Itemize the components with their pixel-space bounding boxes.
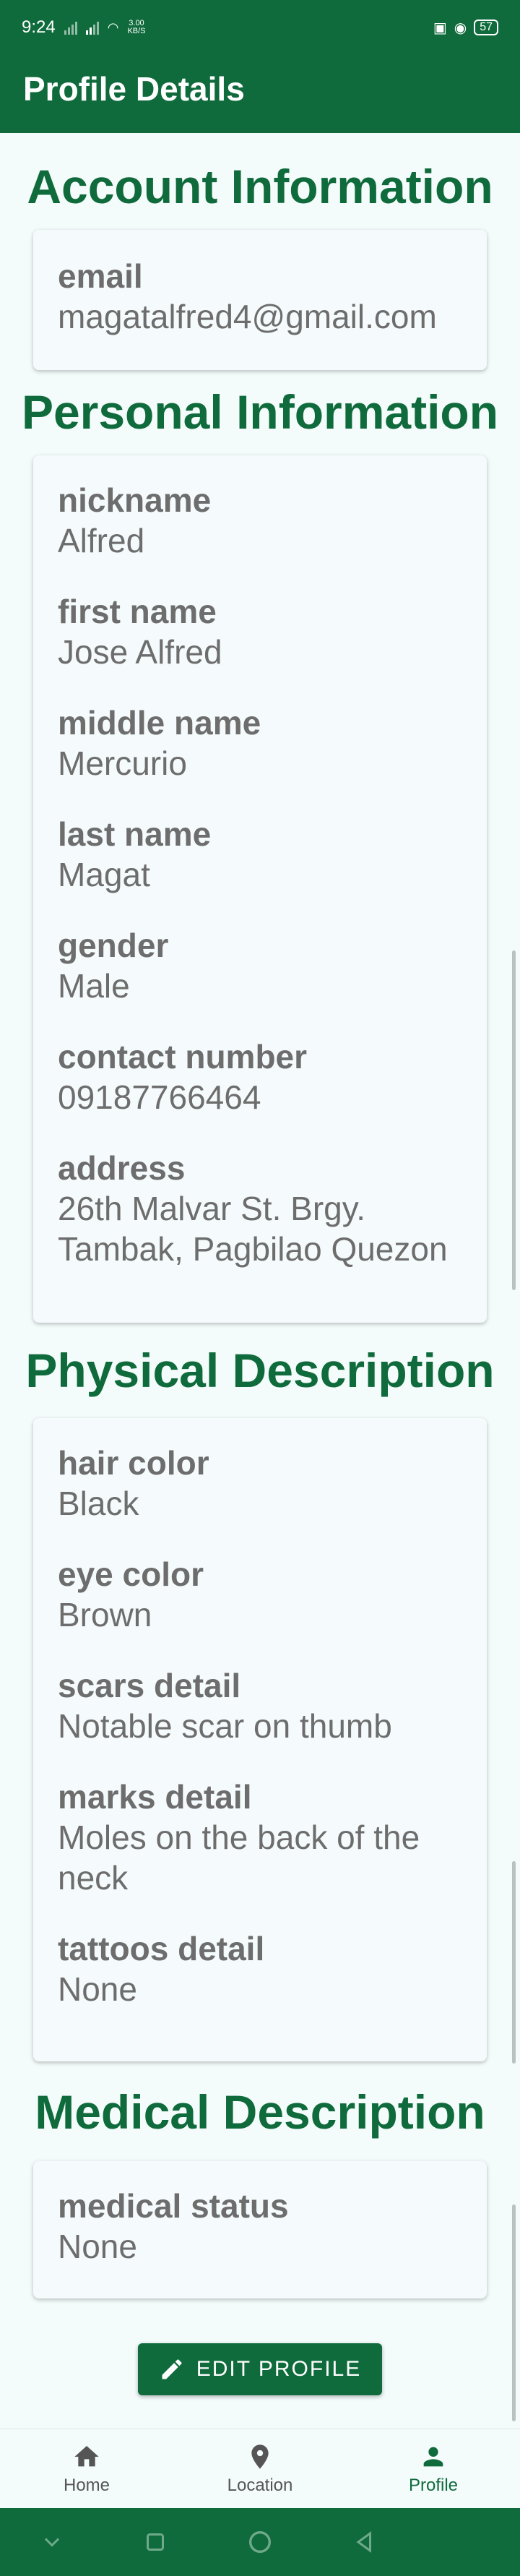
edit-profile-button[interactable]: EDIT PROFILE <box>138 2343 382 2395</box>
field-label: marks detail <box>58 1778 252 1816</box>
edit-profile-label: EDIT PROFILE <box>196 2357 362 2381</box>
field-label: hair color <box>58 1444 209 1482</box>
scrollbar-3[interactable] <box>512 2204 516 2421</box>
scars-detail-field: scars detail Notable scar on thumb <box>58 1665 477 1746</box>
scrollbar-2[interactable] <box>512 1861 516 2064</box>
spacer-icon <box>455 2529 481 2555</box>
field-label: scars detail <box>58 1667 241 1704</box>
section-title-medical: Medical Description <box>35 2085 485 2139</box>
nickname-field: nickname Alfred <box>58 480 477 561</box>
field-label: nickname <box>58 481 212 519</box>
recent-apps-icon[interactable] <box>142 2529 168 2555</box>
hair-color-field: hair color Black <box>58 1443 477 1524</box>
field-value: magatalfred4@gmail.com <box>58 298 437 335</box>
home-icon <box>74 2445 99 2466</box>
contact-number-field: contact number 09187766464 <box>58 1036 477 1117</box>
nav-item-profile[interactable]: Profile <box>347 2429 520 2508</box>
field-value: Jose Alfred <box>58 633 222 671</box>
scrollbar[interactable] <box>512 950 516 1290</box>
personal-card: nickname Alfred first name Jose Alfred m… <box>33 455 487 1323</box>
last-name-field: last name Magat <box>58 814 477 895</box>
field-value: 09187766464 <box>58 1078 261 1116</box>
battery-icon: 57 <box>474 20 498 35</box>
chevron-down-icon[interactable] <box>39 2529 65 2555</box>
field-value-line1: Moles on the back of the <box>58 1819 420 1856</box>
eye-color-field: eye color Brown <box>58 1554 477 1635</box>
nav-label-profile: Profile <box>408 2475 459 2495</box>
field-label: gender <box>58 927 169 964</box>
nav-label-home: Home <box>63 2475 110 2495</box>
wifi-icon: ◠ <box>107 20 119 35</box>
bottom-navigation: Home Location Profile <box>0 2429 520 2508</box>
nav-item-location[interactable]: Location <box>173 2429 347 2508</box>
medical-card: medical status None <box>33 2161 487 2298</box>
address-field: address 26th Malvar St. Brgy. Tambak, Pa… <box>58 1148 477 1269</box>
field-label: address <box>58 1149 186 1187</box>
field-value: Black <box>58 1485 139 1522</box>
vibrate-icon: ▣ <box>433 20 447 36</box>
first-name-field: first name Jose Alfred <box>58 591 477 672</box>
field-label: eye color <box>58 1555 204 1593</box>
tattoos-detail-field: tattoos detail None <box>58 1928 477 2009</box>
field-value: Alfred <box>58 522 145 559</box>
nav-label-location: Location <box>227 2475 293 2495</box>
middle-name-field: middle name Mercurio <box>58 703 477 783</box>
field-value: Notable scar on thumb <box>58 1707 392 1745</box>
location-pin-icon <box>251 2444 269 2469</box>
marks-detail-field: marks detail Moles on the back of the ne… <box>58 1777 477 1898</box>
home-circle-icon[interactable] <box>246 2528 274 2556</box>
field-label: first name <box>58 593 217 630</box>
back-icon[interactable] <box>352 2529 378 2555</box>
field-value-line2: Tambak, Pagbilao Quezon <box>58 1230 448 1268</box>
page-title: Profile Details <box>23 70 245 108</box>
section-title-account: Account Information <box>27 160 493 213</box>
field-label: email <box>58 257 143 295</box>
signal-icon <box>64 20 77 35</box>
field-label: contact number <box>58 1038 308 1076</box>
field-value: Mercurio <box>58 744 187 782</box>
field-label: tattoos detail <box>58 1930 265 1967</box>
field-value-line2: neck <box>58 1859 129 1897</box>
field-label: last name <box>58 815 212 853</box>
person-icon <box>423 2447 443 2466</box>
signal-icon-2 <box>85 20 99 35</box>
section-title-personal: Personal Information <box>21 385 499 439</box>
account-card: email magatalfred4@gmail.com <box>33 230 487 370</box>
field-value: None <box>58 2228 137 2265</box>
alarm-icon: ◉ <box>454 20 467 36</box>
pencil-icon <box>162 2359 182 2379</box>
section-title-physical: Physical Description <box>25 1344 495 1397</box>
field-value: Male <box>58 967 130 1005</box>
nav-item-home[interactable]: Home <box>0 2429 173 2508</box>
email-field: email magatalfred4@gmail.com <box>58 256 477 337</box>
field-label: middle name <box>58 704 261 742</box>
system-navigation-bar <box>0 2508 520 2576</box>
top-app-bar: 9:24 ◠ 3.00 KB/S ▣ ◉ 57 Profile Details <box>0 0 520 133</box>
field-value: Brown <box>58 1596 152 1633</box>
gender-field: gender Male <box>58 925 477 1006</box>
field-value: Magat <box>58 856 150 893</box>
field-label: medical status <box>58 2187 289 2225</box>
physical-card: hair color Black eye color Brown scars d… <box>33 1418 487 2061</box>
field-value: None <box>58 1970 137 2008</box>
status-bar: 9:24 ◠ 3.00 KB/S ▣ ◉ 57 <box>0 0 520 55</box>
net-speed: 3.00 KB/S <box>127 19 146 35</box>
field-value-line1: 26th Malvar St. Brgy. <box>58 1190 366 1227</box>
status-time: 9:24 <box>22 17 56 37</box>
medical-status-field: medical status None <box>58 2186 477 2267</box>
